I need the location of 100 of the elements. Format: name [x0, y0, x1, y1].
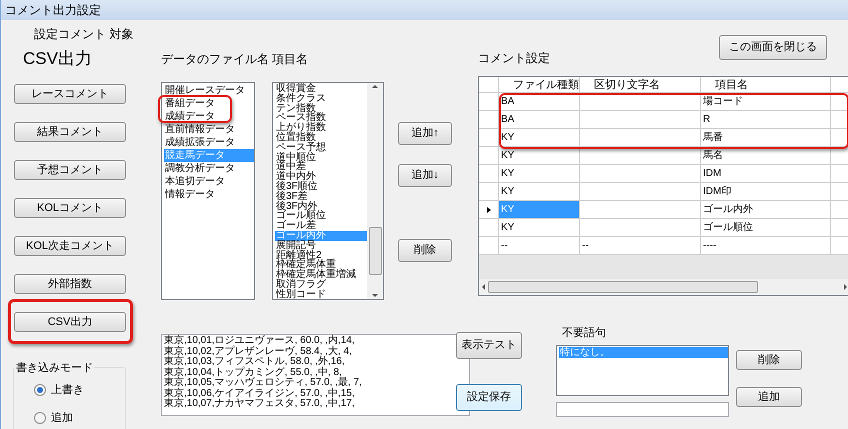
preview-line: 東京,10,02,アプレザンレーヴ, 58.4, ,大, 4, [164, 346, 353, 356]
table-cell: KY [499, 165, 580, 182]
comment-type-button[interactable]: 外部指数 [14, 274, 126, 294]
preview-line: 東京,10,01,ロジユニヴァース, 60.0, ,内,14, [164, 336, 356, 346]
table-cell: BA [499, 111, 580, 128]
column-header[interactable]: 区切り文字名 [580, 77, 701, 92]
scroll-up-icon[interactable] [372, 85, 378, 88]
table-cell: 場コード [701, 93, 831, 110]
delete-button[interactable]: 削除 [736, 350, 802, 370]
table-cell: R [701, 111, 831, 128]
table-row[interactable]: -- -- ---- [479, 237, 848, 255]
list-item[interactable]: テン指数 [275, 104, 317, 114]
table-row[interactable]: KY IDM印 [479, 183, 848, 201]
section-title: コメント設定 [478, 50, 550, 67]
table-cell: KY [499, 183, 580, 200]
close-button[interactable]: この画面を閉じる [719, 35, 827, 60]
preview-line: 東京,10,07,ナカヤマフェスタ, 57.0, ,中,17, [164, 399, 356, 410]
scroll-down-icon[interactable] [372, 294, 378, 297]
comment-type-button[interactable]: 結果コメント [14, 122, 126, 142]
preview-line: 東京,10,03,フィフスペトル, 58.0, ,外,16, [164, 357, 346, 367]
radio-button[interactable] [34, 384, 46, 396]
list-item[interactable]: 道中内外 [275, 172, 317, 182]
horizontal-scrollbar[interactable] [479, 279, 848, 295]
test-button[interactable]: 表示テスト [456, 332, 522, 359]
comment-type-button[interactable]: KOLコメント [14, 198, 126, 218]
table-cell: IDM [701, 165, 831, 182]
table-cell: -- [580, 237, 701, 254]
table-cell: ゴール順位 [701, 219, 831, 236]
column-header[interactable]: 項目名 [701, 77, 831, 92]
current-target-label: CSV出力 [23, 50, 93, 68]
table-cell: 馬番 [701, 129, 831, 146]
table-row[interactable]: KY ゴール順位 [479, 219, 848, 237]
scroll-thumb[interactable] [368, 227, 382, 275]
table-cell: KY [499, 147, 580, 164]
scroll-thumb[interactable] [488, 281, 758, 293]
scroll-right-icon[interactable] [844, 284, 847, 290]
list-item[interactable]: 後3F内外 [275, 202, 319, 212]
list-item[interactable]: 距離適性2 [275, 250, 323, 260]
list-item[interactable]: 性別コード [275, 290, 327, 299]
preview-line: 東京,10,04,トップカミング, 55.0, ,中, 8, [164, 368, 342, 378]
section-title: 設定コメント 対象 [34, 26, 134, 43]
list-item[interactable]: 収得賞金 [275, 84, 317, 94]
list-item[interactable]: ゴール差 [275, 221, 317, 231]
table-row[interactable]: KY ゴール内外 [479, 201, 848, 219]
list-item[interactable]: 開催レースデータ [164, 84, 246, 97]
table-row[interactable]: KY 馬名 [479, 147, 848, 165]
comment-type-button[interactable]: KOL次走コメント [14, 236, 126, 256]
table-cell: ゴール内外 [701, 201, 831, 218]
table-cell: KY [499, 219, 580, 236]
comment-type-button[interactable]: CSV出力 [14, 312, 126, 332]
list-item[interactable]: 位置指数 [275, 132, 317, 143]
list-item[interactable]: 展開記号 [275, 240, 317, 251]
table-row[interactable]: KY 馬番 [479, 129, 848, 147]
save-button[interactable]: 設定保存 [456, 384, 522, 411]
list-item[interactable]: 取消フラグ [275, 280, 327, 290]
list-item[interactable]: 後3F差 [275, 192, 309, 202]
radio-label: 追加 [51, 410, 73, 426]
radio-label: 上書き [51, 383, 84, 398]
list-item[interactable]: ゴール順位 [275, 211, 327, 222]
preview-line: 東京,10,06,ケイアイライジン, 57.0, ,中,15, [164, 388, 356, 398]
move-button[interactable]: 追加↑ [398, 122, 452, 145]
section-title: 不要語句 [562, 326, 607, 341]
list-item[interactable]: 枠確定馬体重増減 [275, 270, 357, 280]
list-item[interactable]: 道中順位 [275, 152, 317, 162]
table-cell: -- [499, 237, 580, 254]
scroll-left-icon[interactable] [482, 284, 485, 290]
window-title: コメント出力設定 [5, 2, 101, 19]
list-item[interactable]: 本追切データ [164, 175, 226, 188]
preview-line: 東京,10,05,マッハヴェロシティ, 57.0, ,最, 7, [164, 378, 363, 388]
move-button[interactable]: 追加↓ [398, 164, 452, 187]
table-row[interactable]: KY IDM [479, 165, 848, 183]
list-item[interactable]: 情報データ [164, 188, 216, 201]
table-cell: IDM印 [701, 183, 831, 200]
table-cell: ---- [701, 237, 831, 254]
list-item[interactable]: 調教分析データ [164, 162, 236, 175]
list-item[interactable]: 後3F順位 [275, 182, 319, 192]
list-item[interactable]: ペース予想 [275, 142, 327, 153]
radio-button[interactable] [34, 412, 46, 424]
table-cell: BA [499, 93, 580, 110]
move-button[interactable]: 削除 [398, 239, 452, 262]
table-cell: KY [499, 201, 580, 218]
table-cell: 馬名 [701, 147, 831, 164]
scrollbar[interactable] [367, 83, 383, 299]
list-item[interactable]: 成績データ [164, 110, 216, 123]
list-item[interactable]: 上がり指数 [275, 123, 327, 133]
list-item[interactable]: 直前情報データ [164, 123, 236, 136]
list-box[interactable]: 開催レースデータ 番組データ 成績データ 直前情報データ 成績拡張データ 競走馬データ 調教分析データ 本追切データ 情報データ [161, 82, 255, 300]
column-header[interactable]: ファイル種類 [499, 77, 580, 92]
add-button[interactable]: 追加 [736, 387, 802, 407]
table-row[interactable]: BA R [479, 111, 848, 129]
list-item[interactable]: 条件クラス [275, 94, 327, 104]
table-cell: KY [499, 129, 580, 146]
list-item[interactable]: 道中差 [275, 162, 307, 172]
column-label: 項目名 [272, 51, 309, 68]
column-label: データのファイル名 [161, 51, 270, 68]
comment-type-button[interactable]: 予想コメント [14, 160, 126, 180]
list-item[interactable]: 成績拡張データ [164, 136, 236, 149]
list-item[interactable]: 番組データ [164, 97, 216, 110]
input-field[interactable] [556, 402, 729, 416]
comment-type-button[interactable]: レースコメント [14, 84, 126, 104]
